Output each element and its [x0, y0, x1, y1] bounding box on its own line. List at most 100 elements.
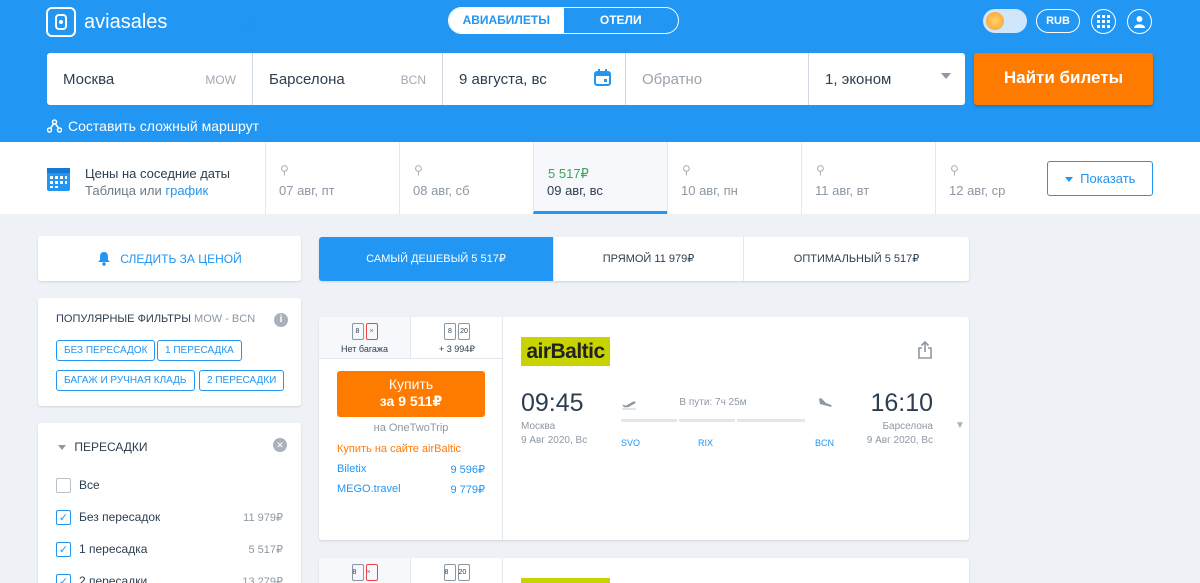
tab-flights[interactable]: АВИАБИЛЕТЫ [449, 8, 564, 33]
sort-tab-cheapest[interactable]: САМЫЙ ДЕШЕВЫЙ 5 517₽ [319, 237, 554, 281]
seller-name: на OneTwoTrip [373, 422, 449, 434]
search-icon: ⚲ [682, 163, 691, 177]
popular-filters: ПОПУЛЯРНЫЕ ФИЛЬТРЫ MOW - BCN i БЕЗ ПЕРЕС… [38, 298, 301, 406]
date-cell[interactable]: ⚲ 07 авг, пт [265, 142, 399, 214]
checkbox-checked[interactable]: ✓ [56, 509, 71, 525]
tab-hotels[interactable]: ОТЕЛИ [564, 8, 679, 33]
currency-button[interactable]: RUB [1036, 9, 1080, 33]
airport-destination: BCN [815, 438, 835, 448]
date-cell[interactable]: ⚲ 10 авг, пн [667, 142, 801, 214]
agent-name: MEGO.travel [337, 483, 401, 495]
bag-option-with-baggage[interactable]: 8 20 + 3 994₽ [411, 317, 503, 359]
stops-option-price: 11 979₽ [243, 511, 283, 524]
sun-icon [986, 12, 1004, 30]
hand-luggage-icon: 8 [444, 323, 456, 340]
search-icon: ⚲ [816, 163, 825, 177]
origin-field[interactable]: Москва MOW [47, 53, 253, 105]
close-icon[interactable]: ✕ [273, 438, 287, 452]
grid-icon [1097, 15, 1110, 28]
product-tabs: АВИАБИЛЕТЫ ОТЕЛИ [448, 7, 679, 34]
stops-option-label: 1 пересадка [79, 542, 148, 556]
swap-icon[interactable]: ⇄ [244, 18, 262, 36]
buy-label: Купить [388, 376, 434, 392]
logo-icon [46, 7, 76, 37]
checkbox-checked[interactable]: ✓ [56, 573, 71, 583]
return-date-field[interactable]: Обратно [626, 53, 809, 105]
price-watch-button[interactable]: СЛЕДИТЬ ЗА ЦЕНОЙ [38, 236, 301, 281]
date-label: 11 авг, вт [815, 183, 870, 198]
baggage-icons: 8 × [319, 564, 410, 582]
apps-button[interactable] [1091, 9, 1116, 34]
expand-chevron-icon[interactable]: ▼ [955, 420, 965, 431]
origin-code: MOW [205, 73, 236, 87]
date-cell-selected[interactable]: 5 517₽ 09 авг, вс [533, 142, 667, 214]
departure-city: Москва [521, 421, 556, 432]
filter-chip-2-stops[interactable]: 2 ПЕРЕСАДКИ [199, 370, 285, 391]
chart-link[interactable]: график [165, 183, 208, 198]
show-button[interactable]: Показать [1047, 161, 1153, 196]
bag-option-with-baggage[interactable]: 8 20 [411, 558, 503, 583]
stops-option-1-stop[interactable]: ✓ 1 пересадка 5 517₽ [56, 540, 283, 558]
passengers-value: 1, эконом [825, 71, 892, 88]
caret-down-icon [1064, 177, 1073, 183]
date-label: 12 авг, ср [949, 183, 1006, 198]
filter-chip-nonstop[interactable]: БЕЗ ПЕРЕСАДОК [56, 340, 156, 361]
sort-tab-direct[interactable]: ПРЯМОЙ 11 979₽ [554, 237, 744, 281]
hand-luggage-icon: 8 [351, 323, 364, 340]
baggage-icon: 20 [458, 323, 470, 340]
checkbox[interactable] [56, 477, 71, 493]
bag-option-no-baggage[interactable]: 8 × [319, 558, 411, 583]
logo-text: aviasales [84, 10, 168, 33]
bag-option-no-baggage[interactable]: 8 × Нет багажа [319, 317, 411, 359]
or-text: или [139, 183, 162, 198]
popular-filters-title: ПОПУЛЯРНЫЕ ФИЛЬТРЫ MOW - BCN [56, 313, 255, 325]
baggage-icons: 8 20 [411, 323, 503, 341]
arrival-date: 9 Авг 2020, Вс [866, 435, 933, 446]
profile-button[interactable] [1127, 9, 1152, 34]
filter-chip-baggage[interactable]: БАГАЖ И РУЧНАЯ КЛАДЬ [56, 370, 195, 391]
date-cell[interactable]: ⚲ 11 авг, вт [801, 142, 935, 214]
depart-date: 9 августа, вс [459, 71, 547, 88]
stops-filter: ПЕРЕСАДКИ ✕ Все ✓ Без пересадок 11 979₽ … [38, 423, 301, 583]
ticket-card: 8 × 8 20 [319, 558, 969, 583]
share-icon[interactable] [917, 341, 933, 359]
caret-down-icon [58, 445, 66, 451]
stops-filter-title[interactable]: ПЕРЕСАДКИ [58, 440, 148, 454]
theme-toggle[interactable] [983, 9, 1027, 33]
calendar-grid-icon [47, 168, 70, 191]
search-form: Москва MOW Барселона BCN 9 августа, вс О… [47, 53, 965, 105]
date-label: 10 авг, пн [681, 183, 738, 198]
airport-origin: SVO [621, 438, 641, 448]
ticket-card: 8 × Нет багажа 8 20 + 3 994₽ Купить за 9… [319, 317, 969, 540]
route-icon [47, 119, 62, 133]
arrival-city: Барселона [882, 421, 933, 432]
depart-date-field[interactable]: 9 августа, вс [443, 53, 626, 105]
stops-option-2-stops[interactable]: ✓ 2 пересадки 13 279₽ [56, 572, 283, 583]
baggage-icon: 20 [457, 564, 470, 581]
logo[interactable]: aviasales [46, 7, 167, 37]
stops-option-nonstop[interactable]: ✓ Без пересадок 11 979₽ [56, 508, 283, 526]
buy-on-airline-site-link[interactable]: Купить на сайте airBaltic [337, 443, 461, 455]
show-label: Показать [1080, 171, 1136, 186]
checkbox-checked[interactable]: ✓ [56, 541, 71, 557]
agent-offer[interactable]: Biletix 9 596₽ [337, 463, 485, 476]
complex-route-link[interactable]: Составить сложный маршрут [47, 118, 259, 134]
stops-option-price: 5 517₽ [248, 543, 283, 556]
destination-field[interactable]: Барселона BCN [253, 53, 443, 105]
find-tickets-button[interactable]: Найти билеты [974, 53, 1153, 105]
sort-tab-optimal[interactable]: ОПТИМАЛЬНЫЙ 5 517₽ [744, 237, 969, 281]
stops-option-all[interactable]: Все [56, 476, 283, 494]
agent-offer[interactable]: MEGO.travel 9 779₽ [337, 483, 485, 496]
stops-option-label: 2 пересадки [79, 574, 148, 583]
complex-route-label: Составить сложный маршрут [68, 118, 260, 134]
hand-luggage-icon: 8 [351, 564, 364, 581]
passengers-select[interactable]: 1, эконом [809, 53, 965, 105]
stops-option-price: 13 279₽ [242, 575, 283, 583]
agent-name: Biletix [337, 463, 367, 475]
filter-chip-1-stop[interactable]: 1 ПЕРЕСАДКА [157, 340, 242, 361]
info-icon[interactable]: i [274, 313, 288, 327]
table-link[interactable]: Таблица [85, 183, 136, 198]
calendar-icon [594, 69, 611, 86]
date-cell[interactable]: ⚲ 08 авг, сб [399, 142, 533, 214]
buy-button[interactable]: Купить за 9 511₽ [337, 371, 485, 417]
